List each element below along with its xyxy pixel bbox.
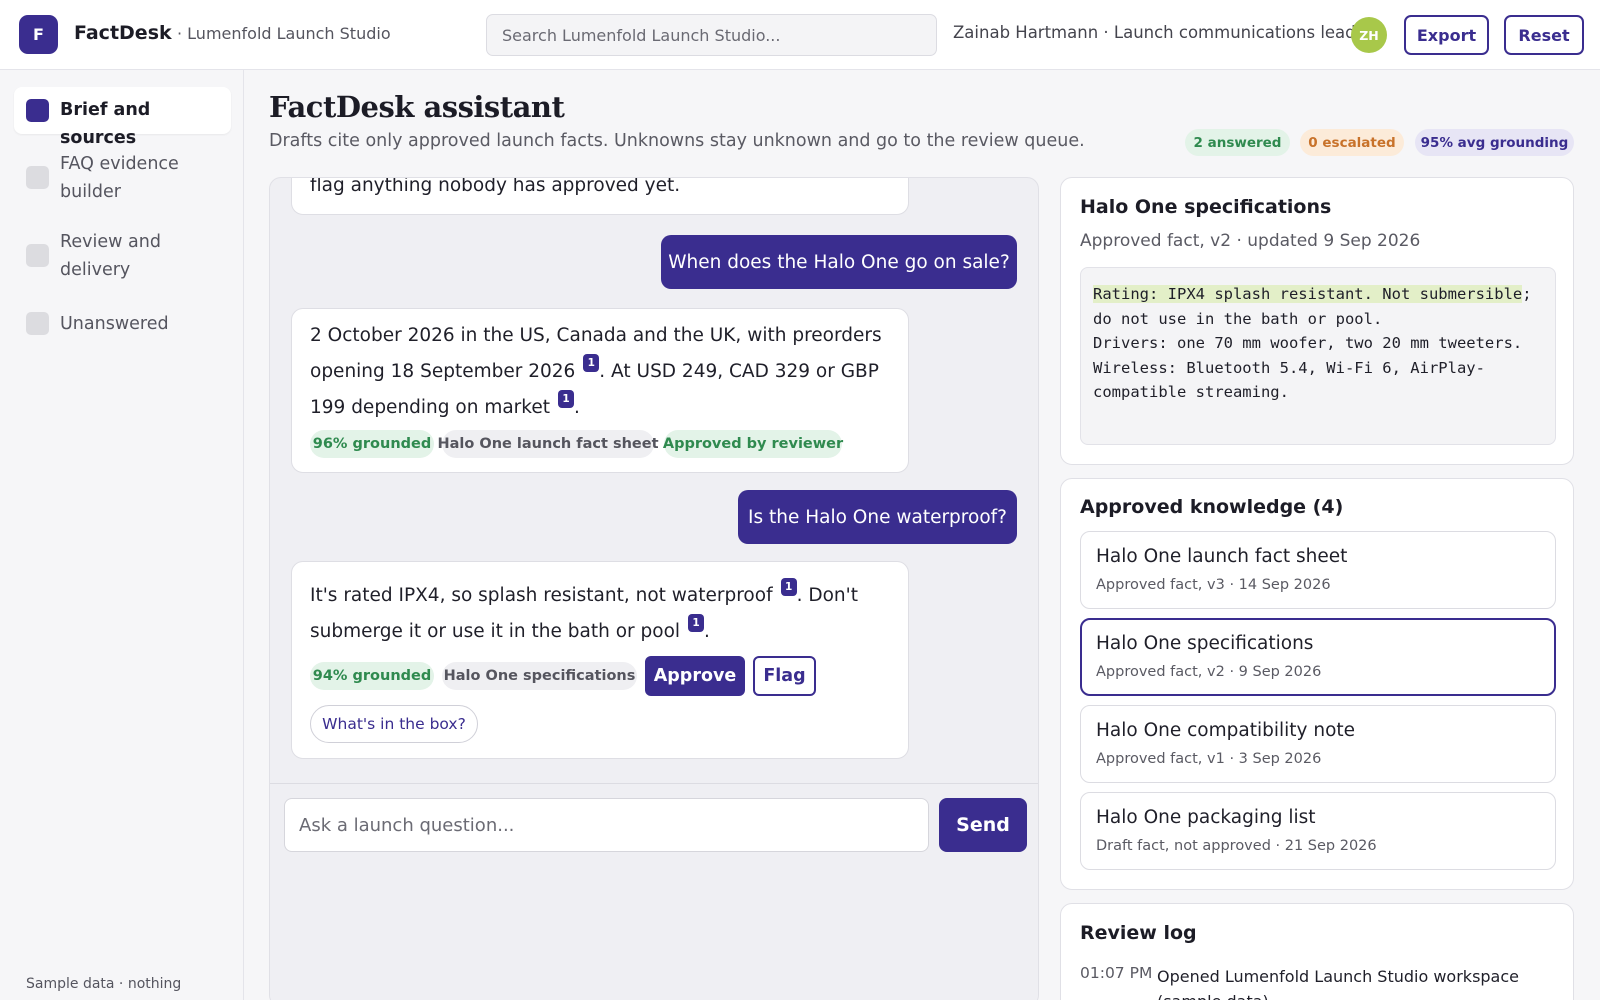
sidebar-item-brief-and-sources[interactable]: Brief and sources — [14, 87, 231, 148]
approve-button[interactable]: Approve — [645, 656, 745, 696]
workspace-name: · Lumenfold Launch Studio — [177, 24, 391, 43]
source-tag[interactable]: Halo One launch fact sheet — [437, 430, 659, 458]
sidebar-item-label: Unanswered — [60, 314, 169, 334]
approval-status-tag: Approved by reviewer — [663, 430, 843, 458]
knowledge-item-name: Halo One launch fact sheet — [1096, 546, 1348, 567]
grounding-tag: 94% grounded — [310, 662, 434, 690]
app-logo[interactable]: F — [19, 15, 58, 54]
sidebar-item-unanswered[interactable]: Unanswered — [14, 304, 231, 344]
app-name: FactDesk — [74, 22, 172, 44]
flag-button[interactable]: Flag — [753, 656, 816, 696]
knowledge-item[interactable]: Halo One packaging list Draft fact, not … — [1080, 792, 1556, 870]
chat-panel: flag anything nobody has approved yet. W… — [269, 177, 1039, 1000]
reset-button[interactable]: Reset — [1504, 15, 1584, 55]
approved-knowledge-title: Approved knowledge (4) — [1080, 496, 1344, 518]
citation-marker[interactable]: 1 — [688, 614, 705, 632]
sidebar-item-review-and-delivery[interactable]: Review and delivery — [14, 224, 231, 288]
assistant-message: It's rated IPX4, so splash resistant, no… — [291, 561, 909, 759]
escalated-badge: 0 escalated — [1300, 129, 1404, 156]
assistant-message-partial: flag anything nobody has approved yet. — [291, 177, 909, 215]
checkbox-icon — [26, 312, 49, 335]
citation-marker[interactable]: 1 — [583, 354, 600, 372]
knowledge-item-name: Halo One compatibility note — [1096, 720, 1356, 741]
knowledge-item-name: Halo One specifications — [1096, 633, 1314, 654]
fact-detail-body: Rating: IPX4 splash resistant. Not subme… — [1080, 267, 1556, 445]
review-log-panel: Review log 01:07 PM Opened Lumenfold Lau… — [1060, 903, 1574, 1000]
citation-marker[interactable]: 1 — [780, 578, 797, 596]
question-input[interactable] — [284, 798, 929, 852]
assistant-message-text: It's rated IPX4, so splash resistant, no… — [310, 578, 894, 650]
suggested-question-chip[interactable]: What's in the box? — [310, 705, 478, 743]
checkbox-icon — [26, 244, 49, 267]
assistant-message-text: 2 October 2026 in the US, Canada and the… — [310, 325, 882, 418]
grounding-tag: 96% grounded — [310, 430, 434, 458]
user-message: Is the Halo One waterproof? — [738, 490, 1017, 544]
log-entry-text: Opened Lumenfold Launch Studio workspace… — [1157, 967, 1519, 1000]
checkbox-icon — [26, 166, 49, 189]
message-composer: Send — [270, 783, 1038, 1000]
sidebar-item-label: Review and delivery — [60, 232, 161, 280]
page-subtitle: Drafts cite only approved launch facts. … — [269, 131, 1085, 151]
export-button[interactable]: Export — [1404, 15, 1489, 55]
avatar[interactable]: ZH — [1351, 17, 1387, 53]
review-log-title: Review log — [1080, 922, 1197, 944]
knowledge-item[interactable]: Halo One launch fact sheet Approved fact… — [1080, 531, 1556, 609]
knowledge-item-meta: Draft fact, not approved · 21 Sep 2026 — [1096, 838, 1377, 854]
send-button[interactable]: Send — [939, 798, 1027, 852]
assistant-message-text: flag anything nobody has approved yet. — [310, 177, 681, 196]
citation-marker[interactable]: 1 — [557, 390, 574, 408]
sidebar-item-label: Brief and sources — [60, 100, 151, 148]
sidebar-footer-note: Sample data · nothing — [26, 976, 182, 992]
page-title: FactDesk assistant — [269, 90, 565, 124]
fact-detail-meta: Approved fact, v2 · updated 9 Sep 2026 — [1080, 231, 1421, 251]
knowledge-item-meta: Approved fact, v3 · 14 Sep 2026 — [1096, 577, 1331, 593]
source-tag[interactable]: Halo One specifications — [442, 662, 637, 690]
sidebar: Brief and sources FAQ evidence builder R… — [0, 70, 244, 1000]
grounding-badge: 95% avg grounding — [1415, 129, 1574, 156]
knowledge-item-meta: Approved fact, v1 · 3 Sep 2026 — [1096, 751, 1322, 767]
knowledge-item[interactable]: Halo One compatibility note Approved fac… — [1080, 705, 1556, 783]
knowledge-item-name: Halo One packaging list — [1096, 807, 1316, 828]
log-entry-time: 01:07 PM — [1080, 964, 1153, 982]
user-message: When does the Halo One go on sale? — [661, 235, 1017, 289]
assistant-message: 2 October 2026 in the US, Canada and the… — [291, 308, 909, 473]
answered-badge: 2 answered — [1185, 129, 1290, 156]
fact-detail-title: Halo One specifications — [1080, 196, 1332, 218]
search-input[interactable] — [486, 14, 937, 56]
highlighted-evidence: Rating: IPX4 splash resistant. Not subme… — [1093, 285, 1523, 303]
knowledge-item-meta: Approved fact, v2 · 9 Sep 2026 — [1096, 664, 1322, 680]
checkbox-icon — [26, 99, 49, 122]
top-bar: F FactDesk · Lumenfold Launch Studio Zai… — [0, 0, 1600, 70]
knowledge-item-selected[interactable]: Halo One specifications Approved fact, v… — [1080, 618, 1556, 696]
approved-knowledge-panel: Approved knowledge (4) Halo One launch f… — [1060, 478, 1574, 890]
fact-detail-panel: Halo One specifications Approved fact, v… — [1060, 177, 1574, 465]
user-name-role: Zainab Hartmann · Launch communications … — [953, 23, 1356, 42]
sidebar-item-label: FAQ evidence builder — [60, 154, 179, 202]
sidebar-item-faq-evidence-builder[interactable]: FAQ evidence builder — [14, 146, 231, 210]
